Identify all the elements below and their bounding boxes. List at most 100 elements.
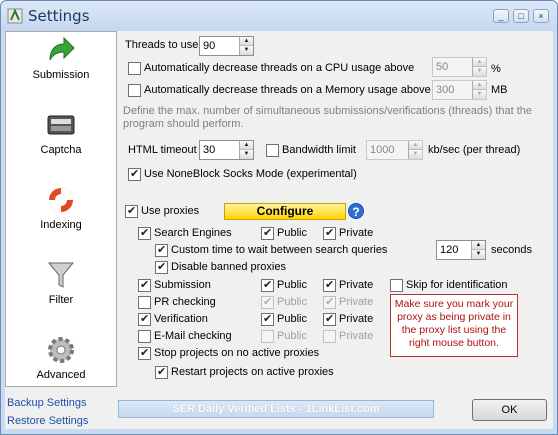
close-button[interactable]: × (533, 9, 549, 23)
spin-down-icon[interactable]: ▼ (471, 250, 485, 259)
pr-checking-checkbox[interactable] (138, 296, 151, 309)
threads-label: Threads to use (125, 39, 199, 51)
custom-wait-stepper[interactable]: 120 ▲ ▼ (436, 240, 486, 260)
email-checking-public-checkbox[interactable] (261, 330, 274, 343)
submission-public-checkbox[interactable] (261, 278, 274, 292)
threads-hint-line2: program should perform. (123, 118, 244, 130)
submission-proxy-checkbox[interactable] (138, 278, 151, 292)
submission-public-label: Public (277, 279, 307, 291)
maximize-button[interactable]: □ (513, 9, 529, 23)
cpu-unit: % (491, 63, 501, 75)
spin-up-icon[interactable]: ▲ (472, 58, 486, 67)
submission-private-checkbox[interactable] (323, 278, 336, 292)
sidebar-item-filter[interactable]: Filter (6, 257, 116, 331)
pr-checking-public-checkbox[interactable] (261, 295, 274, 309)
spin-down-icon[interactable]: ▼ (239, 150, 253, 159)
search-engines-public-label: Public (277, 227, 307, 239)
spin-down-icon[interactable]: ▼ (408, 150, 422, 159)
sidebar-item-label: Captcha (40, 144, 82, 156)
spin-down-icon[interactable]: ▼ (239, 46, 253, 55)
sidebar-item-label: Advanced (36, 369, 86, 381)
restart-projects-label: Restart projects on active proxies (171, 366, 334, 378)
bandwidth-unit: kb/sec (per thread) (428, 144, 521, 156)
spin-up-icon[interactable]: ▲ (408, 141, 422, 150)
app-icon (7, 8, 23, 24)
threads-stepper[interactable]: 90 ▲ ▼ (199, 36, 254, 56)
use-proxies-label: Use proxies (141, 205, 200, 217)
gear-icon (48, 337, 74, 363)
memory-throttle-checkbox[interactable] (128, 84, 141, 97)
sidebar-item-label: Filter (48, 294, 74, 306)
sidebar-item-label: Indexing (40, 219, 82, 231)
settings-window: Settings _ □ × Submission Captcha Indexi… (0, 0, 558, 435)
skip-identification-checkbox[interactable] (390, 279, 403, 292)
sidebar-item-captcha[interactable]: Captcha (6, 107, 116, 181)
sidebar-item-submission[interactable]: Submission (6, 32, 116, 106)
email-checking-private-label: Private (339, 330, 374, 342)
cpu-threshold-value: 50 (436, 61, 449, 73)
stop-projects-label: Stop projects on no active proxies (154, 347, 320, 359)
verification-proxy-checkbox[interactable] (138, 312, 151, 326)
spin-up-icon[interactable]: ▲ (472, 81, 486, 90)
help-icon[interactable]: ? (348, 203, 364, 219)
threads-value: 90 (203, 40, 216, 52)
spin-down-icon[interactable]: ▼ (472, 67, 486, 76)
submission-proxy-label: Submission (154, 279, 211, 291)
restore-settings-link[interactable]: Restore Settings (7, 415, 88, 427)
bandwidth-limit-checkbox[interactable] (266, 144, 279, 157)
restart-projects-checkbox[interactable] (155, 365, 168, 379)
category-sidebar: Submission Captcha Indexing Filter Advan… (5, 31, 117, 387)
disable-banned-checkbox[interactable] (155, 260, 168, 274)
seconds-unit: seconds (491, 244, 532, 256)
lifebuoy-icon (49, 188, 73, 212)
search-engines-private-checkbox[interactable] (323, 226, 336, 240)
search-engines-label: Search Engines (154, 227, 232, 239)
memory-threshold-stepper[interactable]: 300 ▲ ▼ (432, 80, 487, 100)
search-engines-checkbox[interactable] (138, 226, 151, 240)
spin-up-icon[interactable]: ▲ (471, 241, 485, 250)
client-area: Submission Captcha Indexing Filter Advan… (5, 31, 553, 429)
bandwidth-limit-stepper[interactable]: 1000 ▲ ▼ (366, 140, 423, 160)
disable-banned-label: Disable banned proxies (171, 261, 286, 273)
search-engines-public-checkbox[interactable] (261, 226, 274, 240)
use-proxies-checkbox[interactable] (125, 204, 138, 218)
backup-settings-link[interactable]: Backup Settings (7, 397, 87, 409)
custom-wait-checkbox[interactable] (155, 243, 168, 257)
stop-projects-checkbox[interactable] (138, 346, 151, 360)
html-timeout-stepper[interactable]: 30 ▲ ▼ (199, 140, 254, 160)
threads-hint-line1: Define the max. number of simultaneous s… (123, 105, 533, 117)
pr-checking-private-label: Private (339, 296, 374, 308)
spin-up-icon[interactable]: ▲ (239, 37, 253, 46)
memory-threshold-value: 300 (436, 84, 455, 96)
memory-unit: MB (491, 84, 508, 96)
verification-private-label: Private (339, 313, 374, 325)
private-proxy-warning: Make sure you mark your proxy as being p… (390, 294, 518, 357)
noneblock-socks-checkbox[interactable] (128, 167, 141, 181)
minimize-button[interactable]: _ (493, 9, 509, 23)
spin-down-icon[interactable]: ▼ (472, 90, 486, 99)
ad-banner[interactable]: SER Daily Verified Lists - 1LinkList.com (118, 400, 434, 418)
email-checking-checkbox[interactable] (138, 330, 151, 343)
verification-proxy-label: Verification (154, 313, 208, 325)
verification-private-checkbox[interactable] (323, 312, 336, 326)
cpu-threshold-stepper[interactable]: 50 ▲ ▼ (432, 57, 487, 77)
sidebar-item-indexing[interactable]: Indexing (6, 182, 116, 256)
pr-checking-private-checkbox[interactable] (323, 295, 336, 309)
ok-button[interactable]: OK (472, 399, 547, 421)
funnel-icon (47, 262, 75, 288)
sidebar-item-label: Submission (32, 69, 90, 81)
pr-checking-label: PR checking (154, 296, 216, 308)
spin-up-icon[interactable]: ▲ (239, 141, 253, 150)
configure-proxies-button[interactable]: Configure (224, 203, 346, 220)
pr-checking-public-label: Public (277, 296, 307, 308)
sidebar-item-advanced[interactable]: Advanced (6, 332, 116, 406)
green-arrow-icon (49, 36, 75, 61)
verification-public-checkbox[interactable] (261, 312, 274, 326)
html-timeout-value: 30 (203, 144, 216, 156)
custom-wait-value: 120 (440, 244, 459, 256)
cpu-throttle-checkbox[interactable] (128, 62, 141, 75)
skip-identification-label: Skip for identification (406, 279, 508, 291)
keyboard-icon (47, 115, 75, 135)
email-checking-private-checkbox[interactable] (323, 330, 336, 343)
search-engines-private-label: Private (339, 227, 374, 239)
